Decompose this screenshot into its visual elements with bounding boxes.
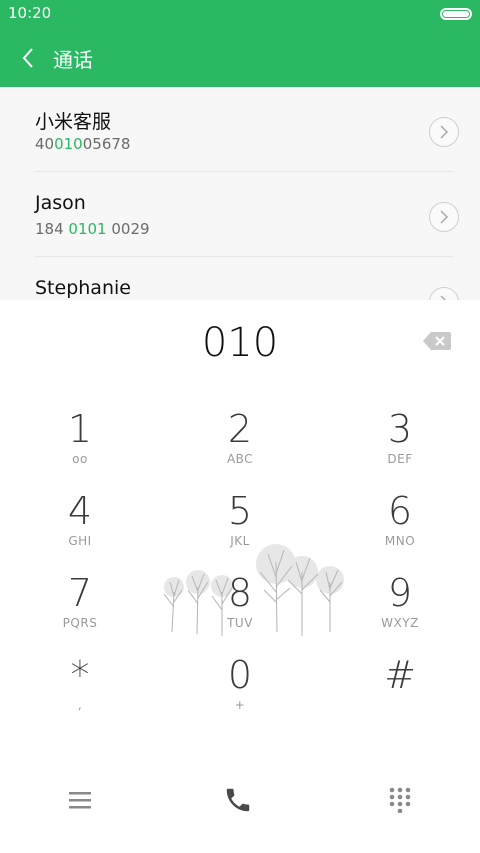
key-7[interactable]: 7 PQRS: [0, 572, 160, 654]
dialer-panel: 010 1 ᴏᴏ 2 ABC 3 DEF 4 GHI 5 JKL 6 MNO 7 PQRS 8…: [0, 300, 480, 853]
key-5[interactable]: 5 JKL: [160, 490, 320, 572]
menu-button[interactable]: [60, 780, 100, 820]
call-button[interactable]: [218, 780, 258, 820]
chevron-left-icon: [22, 48, 33, 68]
contact-name: 小米客服: [35, 111, 112, 133]
contact-number: 4001005678: [35, 135, 131, 153]
contact-name: Jason: [35, 192, 86, 214]
backspace-button[interactable]: [422, 330, 452, 352]
dial-input[interactable]: 010: [0, 320, 480, 366]
key-star[interactable]: *,: [0, 654, 160, 736]
battery-icon: [440, 8, 472, 20]
key-8[interactable]: 8 TUV: [160, 572, 320, 654]
backspace-icon: [423, 332, 451, 350]
keypad-toggle-button[interactable]: [380, 780, 420, 820]
page-title: 通话: [53, 48, 93, 72]
key-0[interactable]: 0 +: [160, 654, 320, 736]
search-results: 小米客服 4001005678 Jason 184 0101 0029 Step…: [0, 87, 480, 300]
key-3[interactable]: 3 DEF: [320, 408, 480, 490]
menu-icon: [69, 792, 91, 809]
phone-icon: [226, 788, 250, 812]
key-9[interactable]: 9 WXYZ: [320, 572, 480, 654]
list-item[interactable]: 小米客服 4001005678: [35, 87, 459, 172]
contact-detail-button[interactable]: [429, 287, 459, 300]
contact-name: Stephanie: [35, 277, 131, 299]
keypad-icon: [389, 787, 411, 813]
contact-detail-button[interactable]: [429, 202, 459, 232]
key-hash[interactable]: #: [320, 654, 480, 736]
key-6[interactable]: 6 MNO: [320, 490, 480, 572]
chevron-right-icon: [440, 125, 449, 139]
key-4[interactable]: 4 GHI: [0, 490, 160, 572]
back-button[interactable]: [12, 38, 44, 78]
list-item[interactable]: Jason 184 0101 0029: [35, 172, 459, 257]
contact-number: 184 0101 0029: [35, 220, 150, 238]
key-2[interactable]: 2 ABC: [160, 408, 320, 490]
status-time: 10:20: [8, 4, 52, 22]
voicemail-icon: ᴏᴏ: [72, 452, 88, 466]
app-bar: 通话: [0, 28, 480, 87]
key-1[interactable]: 1 ᴏᴏ: [0, 408, 160, 490]
status-bar: 10:20: [0, 0, 480, 28]
chevron-right-icon: [440, 210, 449, 224]
contact-detail-button[interactable]: [429, 117, 459, 147]
list-item[interactable]: Stephanie: [35, 257, 459, 300]
bottom-bar: [0, 770, 480, 830]
